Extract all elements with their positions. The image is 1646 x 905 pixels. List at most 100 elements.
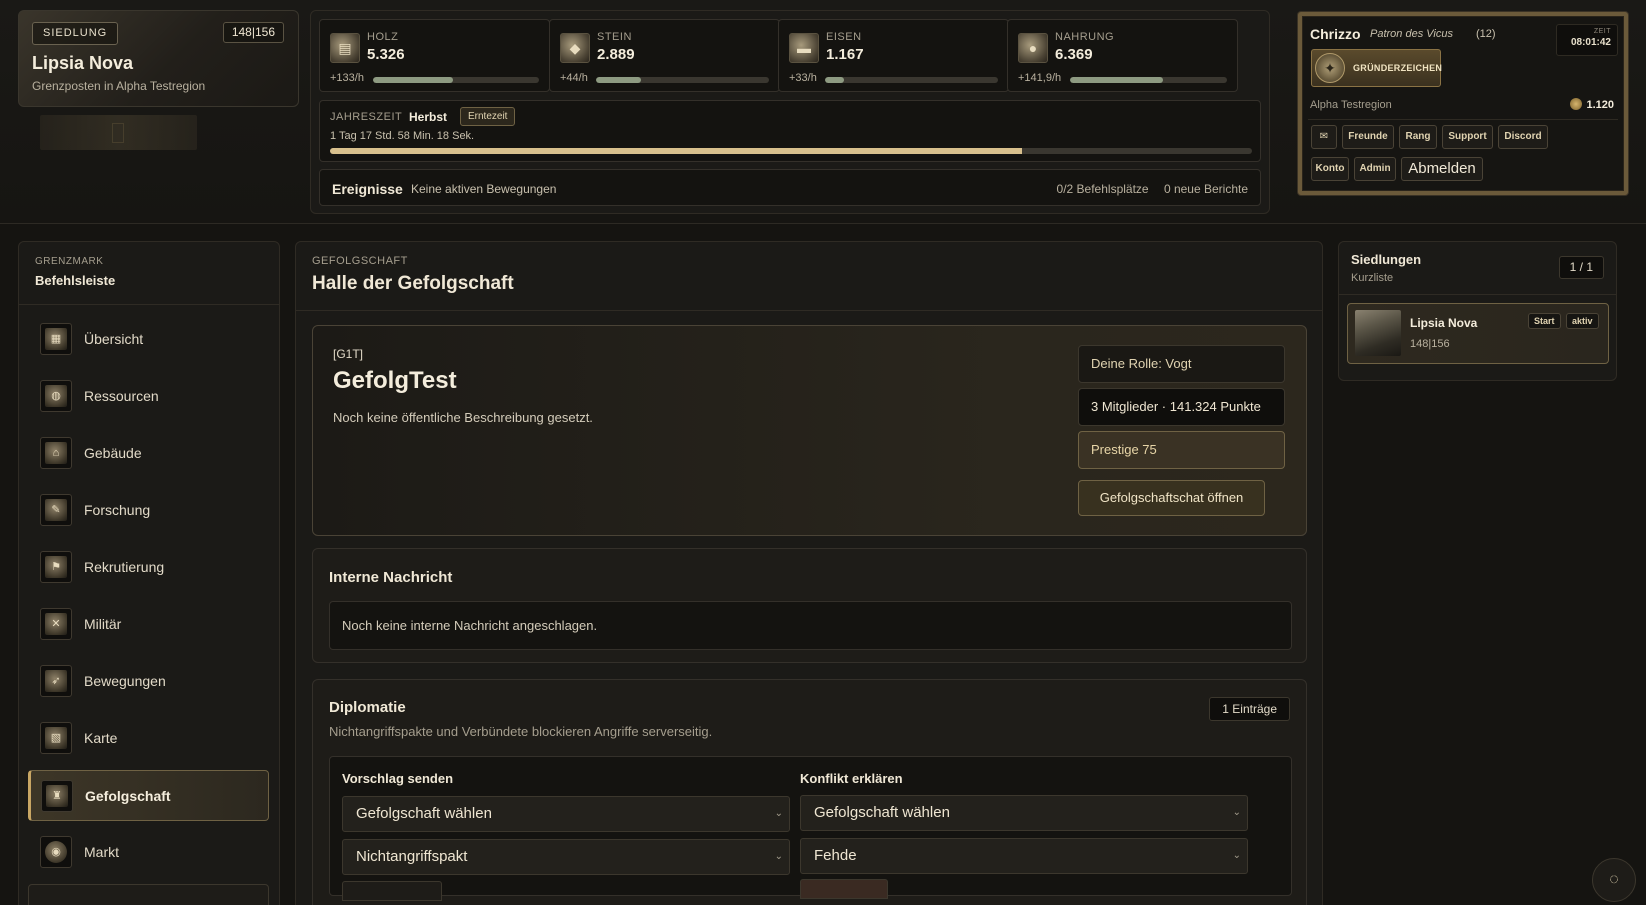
support-button[interactable]: Support — [1442, 125, 1493, 149]
events-title: Ereignisse — [332, 181, 403, 197]
rank-button[interactable]: Rang — [1399, 125, 1437, 149]
user-name[interactable]: Chrizzo — [1310, 26, 1361, 42]
open-guild-chat-button[interactable]: Gefolgschaftschat öffnen — [1078, 480, 1265, 516]
sidebar-item-resources[interactable]: ◍ Ressourcen — [28, 371, 269, 422]
conflict-guild-select[interactable]: Gefolgschaft wählen ⌄ — [800, 795, 1248, 831]
events-bar[interactable]: Ereignisse Keine aktiven Bewegungen 0/2 … — [319, 169, 1261, 206]
propose-type-select[interactable]: Nichtangriffspakt ⌄ — [342, 839, 790, 875]
season-value: Herbst — [409, 110, 448, 124]
user-region: Alpha Testregion — [1310, 99, 1392, 111]
resource-label: STEIN — [597, 31, 632, 43]
sidebar-item-buildings[interactable]: ⌂ Gebäude — [28, 428, 269, 479]
banner-decoration — [40, 115, 197, 150]
new-reports[interactable]: 0 neue Berichte — [1164, 182, 1248, 196]
select-value: Nichtangriffspakt — [356, 848, 468, 865]
sidebar-item-label: Übersicht — [84, 331, 144, 347]
season-progress-bar — [330, 148, 1252, 154]
start-badge[interactable]: Start — [1528, 313, 1561, 329]
settlement-card[interactable]: SIEDLUNG 148|156 Lipsia Nova Grenzposten… — [18, 10, 299, 107]
discord-button[interactable]: Discord — [1498, 125, 1548, 149]
diplomacy-count: 1 Einträge — [1209, 697, 1290, 721]
diplomacy-subtitle: Nichtangriffspakte und Verbündete blocki… — [329, 724, 713, 739]
settlements-count: 1 / 1 — [1558, 256, 1604, 279]
sidebar-item-label: Militär — [84, 616, 122, 632]
buildings-icon: ⌂ — [40, 437, 72, 469]
resource-value: 5.326 — [367, 46, 405, 63]
season-panel: JAHRESZEIT Herbst Erntezeit 1 Tag 17 Std… — [319, 100, 1261, 162]
friends-button[interactable]: Freunde — [1342, 125, 1394, 149]
settlements-panel: Siedlungen Kurzliste 1 / 1 Lipsia Nova 1… — [1338, 241, 1617, 381]
recruit-icon: ⚑ — [40, 551, 72, 583]
settlement-thumbnail — [1355, 310, 1401, 356]
chat-bubble-icon[interactable]: ◌ — [1592, 858, 1636, 902]
market-icon: ◉ — [40, 836, 72, 868]
select-value: Gefolgschaft wählen — [356, 805, 492, 822]
chevron-down-icon: ⌄ — [1232, 850, 1241, 861]
resource-rate: +141,9/h — [1018, 72, 1062, 84]
settlements-subtitle: Kurzliste — [1351, 272, 1394, 284]
guild-tag: [G1T] — [333, 347, 364, 361]
conflict-title: Konflikt erklären — [800, 771, 903, 786]
user-level: (12) — [1476, 28, 1496, 40]
conflict-submit-button[interactable] — [800, 879, 888, 899]
resource-value: 1.167 — [826, 46, 864, 63]
sidebar-item-overview[interactable]: ▦ Übersicht — [28, 314, 269, 365]
settlement-list-item[interactable]: Lipsia Nova 148|156 Start aktiv — [1347, 303, 1609, 364]
movement-icon: ➶ — [40, 665, 72, 697]
internal-message-text: Noch keine interne Nachricht angeschlage… — [329, 601, 1292, 650]
sidebar-item-market[interactable]: ◉ Markt — [28, 827, 269, 878]
resource-panel: ▤ HOLZ 5.326 +133/h ◆ STEIN 2.889 +44/h … — [310, 10, 1270, 214]
clock: ZEIT 08:01:42 — [1556, 24, 1618, 56]
admin-button[interactable]: Admin — [1354, 157, 1396, 181]
diplomacy-title: Diplomatie — [329, 699, 406, 716]
mail-button[interactable]: ✉ — [1311, 125, 1337, 149]
prestige-chip: Prestige 75 — [1078, 431, 1285, 469]
gold-amount: 1.120 — [1570, 98, 1614, 111]
founder-label: GRÜNDERZEICHEN — [1353, 63, 1443, 73]
resource-bar — [596, 77, 769, 83]
sidebar-kicker: GRENZMARK — [35, 256, 104, 267]
map-icon: ▧ — [40, 722, 72, 754]
resource-rate: +44/h — [560, 72, 588, 84]
events-status: Keine aktiven Bewegungen — [411, 182, 557, 196]
research-icon: ✎ — [40, 494, 72, 526]
season-badge: Erntezeit — [460, 107, 516, 126]
sidebar-item-label: Markt — [84, 844, 119, 860]
conflict-type-select[interactable]: Fehde ⌄ — [800, 838, 1248, 874]
internal-message-title: Interne Nachricht — [329, 569, 453, 586]
propose-guild-select[interactable]: Gefolgschaft wählen ⌄ — [342, 796, 790, 832]
season-label: JAHRESZEIT — [330, 111, 403, 123]
clock-value: 08:01:42 — [1570, 37, 1611, 48]
sidebar-item-research[interactable]: ✎ Forschung — [28, 485, 269, 536]
main-header: GEFOLGSCHAFT Halle der Gefolgschaft — [296, 242, 1322, 311]
food-icon: ● — [1018, 33, 1048, 63]
resource-rate: +33/h — [789, 72, 817, 84]
iron-icon: ▬ — [789, 33, 819, 63]
logout-button[interactable]: Abmelden — [1401, 157, 1483, 181]
propose-submit-button[interactable] — [342, 881, 442, 901]
guild-icon: ♜ — [41, 780, 73, 812]
settlements-title: Siedlungen — [1351, 252, 1422, 267]
resource-food: ● NAHRUNG 6.369 +141,9/h — [1007, 19, 1238, 92]
settlements-header: Siedlungen Kurzliste 1 / 1 — [1339, 242, 1616, 295]
resource-value: 6.369 — [1055, 46, 1093, 63]
diplomacy-form: Vorschlag senden Konflikt erklären Gefol… — [329, 756, 1292, 901]
sidebar-item-map[interactable]: ▧ Karte — [28, 713, 269, 764]
sidebar-item-movements[interactable]: ➶ Bewegungen — [28, 656, 269, 707]
swords-icon: ✕ — [40, 608, 72, 640]
chevron-down-icon: ⌄ — [774, 851, 783, 862]
medal-icon: ✦ — [1315, 53, 1345, 83]
sidebar-item-military[interactable]: ✕ Militär — [28, 599, 269, 650]
internal-message-card: Interne Nachricht Noch keine interne Nac… — [312, 548, 1307, 663]
founder-badge[interactable]: ✦ GRÜNDERZEICHEN — [1311, 49, 1443, 87]
sidebar-item-label: Ressourcen — [84, 388, 159, 404]
gold-value: 1.120 — [1586, 99, 1614, 111]
season-timer: 1 Tag 17 Std. 58 Min. 18 Sek. — [330, 130, 475, 142]
sidebar-item-recruitment[interactable]: ⚑ Rekrutierung — [28, 542, 269, 593]
settlement-item-name: Lipsia Nova — [1410, 316, 1478, 330]
sidebar-item-guild[interactable]: ♜ Gefolgschaft — [28, 770, 269, 821]
guild-overview-card: [G1T] GefolgTest Noch keine öffentliche … — [312, 325, 1307, 536]
account-button[interactable]: Konto — [1311, 157, 1349, 181]
sidebar-item-partial[interactable] — [28, 884, 269, 905]
select-value: Fehde — [814, 847, 857, 864]
